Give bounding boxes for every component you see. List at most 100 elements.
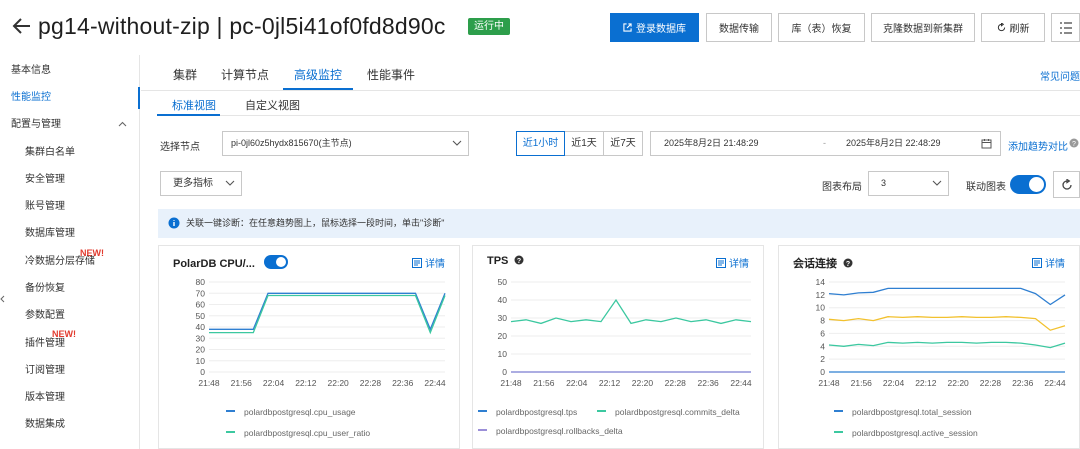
x-tick-label: 21:56 bbox=[851, 378, 873, 388]
sidebar-item-basic-info[interactable]: 基本信息 bbox=[0, 58, 139, 84]
x-tick-label: 22:20 bbox=[632, 378, 654, 388]
y-tick-label: 10 bbox=[196, 356, 206, 366]
legend-label: polardbpostgresql.total_session bbox=[852, 407, 972, 417]
subtab-custom-view[interactable]: 自定义视图 bbox=[245, 97, 300, 113]
login-database-button[interactable]: 登录数据库 bbox=[610, 13, 699, 42]
chart-layout-value: 3 bbox=[881, 178, 887, 188]
node-select[interactable]: pi-0jl60z5hydx815670(主节点) bbox=[222, 131, 469, 156]
y-tick-label: 70 bbox=[196, 288, 206, 298]
legend-label: polardbpostgresql.cpu_user_ratio bbox=[244, 428, 371, 438]
cpu-chart-plot[interactable]: 01020 30405060 7080 21:48 21:56 22:04 22:12 22:… bbox=[159, 276, 461, 392]
sidebar-item-parameters[interactable]: 参数配置 bbox=[0, 303, 139, 329]
sidebar-item-whitelist[interactable]: 集群白名单 bbox=[0, 140, 139, 166]
chart-detail-link[interactable]: 详情 bbox=[1032, 255, 1065, 270]
back-arrow-icon[interactable] bbox=[10, 14, 34, 38]
tab-advanced-monitoring[interactable]: 高级监控 bbox=[294, 66, 342, 83]
main-tabs: 集群 计算节点 高级监控 性能事件 常见问题 bbox=[141, 55, 1080, 91]
legend-item[interactable]: polardbpostgresql.active_session bbox=[834, 428, 978, 438]
legend-item[interactable]: polardbpostgresql.cpu_user_ratio bbox=[226, 428, 370, 438]
chart-title-text: PolarDB CPU/... bbox=[173, 258, 255, 270]
sidebar-item-accounts[interactable]: 账号管理 bbox=[0, 194, 139, 220]
external-link-icon bbox=[623, 23, 632, 32]
detail-label: 详情 bbox=[425, 259, 445, 270]
clone-data-button[interactable]: 克隆数据到新集群 bbox=[871, 13, 975, 42]
x-tick-label: 21:48 bbox=[818, 378, 840, 388]
linked-charts-toggle[interactable] bbox=[1010, 175, 1046, 194]
x-tick-label: 22:36 bbox=[698, 378, 720, 388]
chart-toggle[interactable] bbox=[263, 255, 288, 269]
legend-item[interactable]: polardbpostgresql.tps bbox=[478, 407, 577, 417]
node-select-label: 选择节点 bbox=[160, 142, 200, 153]
sidebar-item-subscriptions[interactable]: 订阅管理 bbox=[0, 358, 139, 384]
chart-detail-link[interactable]: 详情 bbox=[716, 255, 749, 270]
x-tick-label: 22:12 bbox=[295, 378, 317, 388]
range-1d-button[interactable]: 近1天 bbox=[564, 131, 604, 156]
sidebar-item-cold-storage[interactable]: 冷数据分层存储 bbox=[0, 249, 139, 275]
refresh-charts-button[interactable] bbox=[1053, 171, 1080, 198]
sidebar-item-performance[interactable]: 性能监控 bbox=[0, 85, 140, 111]
y-tick-label: 2 bbox=[820, 354, 825, 364]
list-menu-button[interactable] bbox=[1051, 13, 1080, 42]
y-tick-label: 0 bbox=[200, 367, 205, 377]
x-tick-label: 21:48 bbox=[198, 378, 220, 388]
y-tick-label: 40 bbox=[498, 295, 508, 305]
help-icon[interactable]: ? bbox=[843, 258, 853, 268]
x-tick-label: 21:48 bbox=[500, 378, 522, 388]
x-tick-label: 22:28 bbox=[665, 378, 687, 388]
x-tick-label: 22:44 bbox=[730, 378, 752, 388]
svg-text:?: ? bbox=[846, 261, 850, 268]
svg-text:?: ? bbox=[517, 258, 521, 265]
chart-layout-select[interactable]: 3 bbox=[868, 171, 949, 196]
data-transfer-button[interactable]: 数据传输 bbox=[706, 13, 772, 42]
legend-item[interactable]: polardbpostgresql.commits_delta bbox=[597, 407, 740, 417]
range-1h-button[interactable]: 近1小时 bbox=[516, 131, 565, 156]
tab-compute-nodes[interactable]: 计算节点 bbox=[221, 66, 269, 83]
list-icon bbox=[1059, 21, 1072, 34]
sidebar-item-data-integration[interactable]: 数据集成 bbox=[0, 412, 139, 438]
detail-icon bbox=[716, 258, 726, 268]
data-transfer-label: 数据传输 bbox=[719, 24, 759, 35]
subtab-standard-view[interactable]: 标准视图 bbox=[172, 97, 216, 113]
tab-performance-events[interactable]: 性能事件 bbox=[367, 66, 415, 83]
sidebar-item-config-group[interactable]: 配置与管理 bbox=[0, 112, 139, 138]
detail-icon bbox=[1032, 258, 1042, 268]
add-trend-compare-link[interactable]: 添加趋势对比 bbox=[1008, 138, 1068, 153]
sidebar-item-databases[interactable]: 数据库管理 bbox=[0, 221, 139, 247]
date-range-picker[interactable]: 2025年8月2日 21:48:29 - 2025年8月2日 22:48:29 bbox=[650, 131, 1001, 156]
sessions-chart-plot[interactable]: 0 2 4 6 8 10 12 14 21:48 21:56 22:04 22:12 22:20 22:2… bbox=[779, 276, 1080, 392]
legend-item[interactable]: polardbpostgresql.cpu_usage bbox=[226, 407, 356, 417]
x-tick-label: 22:28 bbox=[360, 378, 382, 388]
refresh-page-button[interactable]: 刷新 bbox=[981, 13, 1045, 42]
help-icon[interactable]: ? bbox=[514, 255, 524, 265]
refresh-icon bbox=[997, 23, 1006, 32]
range-separator: - bbox=[823, 138, 826, 148]
tps-chart-plot[interactable]: 0 10 20 30 40 50 21:48 21:56 22:04 22:12 22:20 22:2… bbox=[473, 276, 765, 392]
series-line bbox=[828, 287, 1066, 306]
sidebar-item-versions[interactable]: 版本管理 bbox=[0, 385, 139, 411]
sidebar-item-plugins[interactable]: 插件管理 bbox=[0, 331, 139, 357]
sidebar-collapse-handle-icon[interactable] bbox=[0, 295, 5, 303]
more-metrics-dropdown[interactable]: 更多指标 bbox=[160, 171, 242, 196]
y-tick-label: 30 bbox=[196, 333, 206, 343]
y-tick-label: 0 bbox=[502, 367, 507, 377]
legend-item[interactable]: polardbpostgresql.rollbacks_delta bbox=[478, 426, 623, 436]
chart-card-tps: TPS ? 详情 0 10 20 30 40 50 21:48 21:56 22:04 22:12… bbox=[472, 245, 764, 449]
table-restore-button[interactable]: 库（表）恢复 bbox=[778, 13, 865, 42]
x-tick-label: 22:36 bbox=[392, 378, 414, 388]
x-tick-label: 22:44 bbox=[1044, 378, 1066, 388]
legend-label: polardbpostgresql.tps bbox=[496, 407, 578, 417]
info-icon bbox=[168, 217, 180, 229]
tab-cluster[interactable]: 集群 bbox=[173, 66, 197, 83]
help-icon[interactable]: ? bbox=[1069, 138, 1079, 148]
sidebar-item-backup[interactable]: 备份恢复 bbox=[0, 276, 139, 302]
legend-item[interactable]: polardbpostgresql.total_session bbox=[834, 407, 972, 417]
range-7d-button[interactable]: 近7天 bbox=[603, 131, 643, 156]
table-restore-label: 库（表）恢复 bbox=[791, 24, 852, 35]
legend-label: polardbpostgresql.commits_delta bbox=[615, 407, 740, 417]
y-tick-label: 10 bbox=[498, 349, 508, 359]
chart-detail-link[interactable]: 详情 bbox=[412, 255, 445, 270]
sidebar-item-security[interactable]: 安全管理 bbox=[0, 167, 139, 193]
faq-link[interactable]: 常见问题 bbox=[1040, 68, 1080, 83]
node-select-value: pi-0jl60z5hydx815670(主节点) bbox=[231, 138, 352, 148]
chevron-down-icon bbox=[932, 180, 942, 186]
